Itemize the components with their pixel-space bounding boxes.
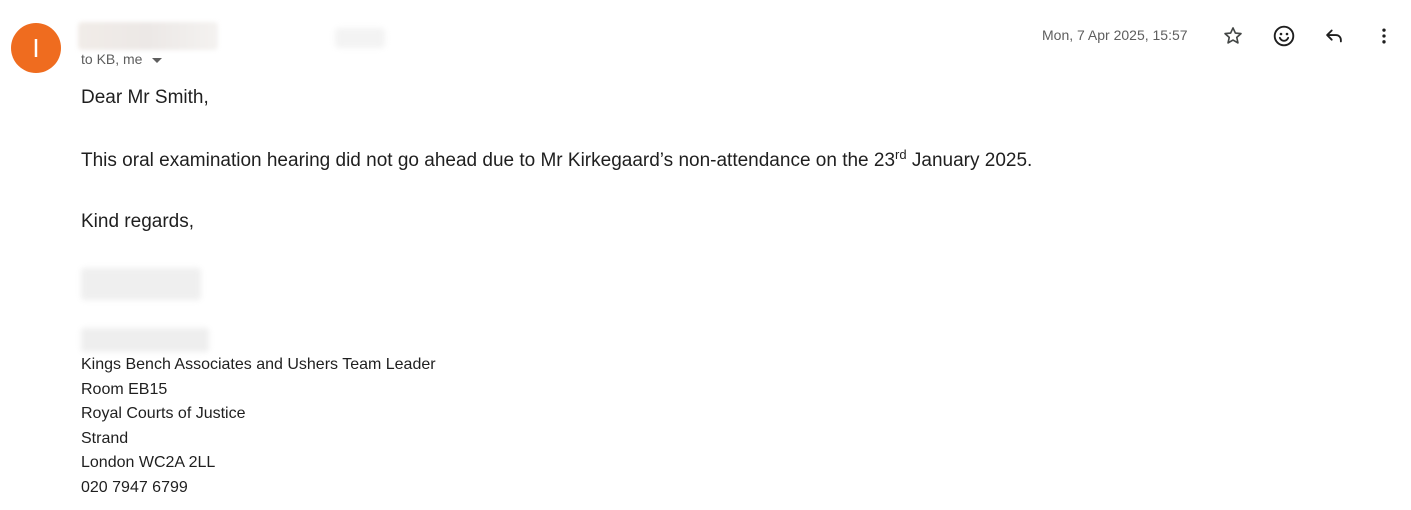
signature-line: Kings Bench Associates and Ushers Team L… xyxy=(81,356,436,373)
sender-email-redacted xyxy=(335,28,385,48)
more-options-button[interactable] xyxy=(1368,20,1400,52)
message-closing: Kind regards, xyxy=(81,211,195,232)
star-icon xyxy=(1224,27,1242,44)
message-timestamp: Mon, 7 Apr 2025, 15:57 xyxy=(1042,27,1188,43)
email-message: I to KB, me Mon, 7 Apr 2025, 15:57 Dear … xyxy=(0,0,1411,510)
reply-button[interactable] xyxy=(1318,20,1350,52)
ordinal-suffix: rd xyxy=(895,147,907,162)
signature-line: Royal Courts of Justice xyxy=(81,405,246,422)
body-text-start: This oral examination hearing did not go… xyxy=(81,150,896,171)
add-reaction-button[interactable] xyxy=(1268,20,1300,52)
signature-title-redacted xyxy=(81,328,209,352)
chevron-down-icon xyxy=(152,57,163,63)
signature-line: Room EB15 xyxy=(81,380,168,398)
message-body-line: This oral examination hearing did not go… xyxy=(81,147,1033,172)
signature-line: 020 7947 6799 xyxy=(81,478,188,496)
email-signature: Kings Bench Associates and Ushers Team L… xyxy=(81,353,436,500)
star-button[interactable] xyxy=(1217,20,1249,52)
signature-line: Strand xyxy=(81,429,129,447)
sender-name-redacted xyxy=(78,22,218,50)
signature-line: London WC2A 2LL xyxy=(81,454,216,471)
sender-avatar[interactable]: I xyxy=(11,23,61,73)
message-greeting: Dear Mr Smith, xyxy=(81,87,209,108)
emoji-icon xyxy=(1273,25,1295,47)
avatar-letter: I xyxy=(32,32,40,63)
recipients-label: to KB, me xyxy=(81,51,143,67)
recipients-dropdown[interactable]: to KB, me xyxy=(81,51,163,67)
more-vert-icon xyxy=(1382,28,1386,44)
signature-name-redacted xyxy=(81,268,201,300)
body-text-end: January 2025. xyxy=(906,150,1033,171)
reply-icon xyxy=(1326,29,1342,43)
